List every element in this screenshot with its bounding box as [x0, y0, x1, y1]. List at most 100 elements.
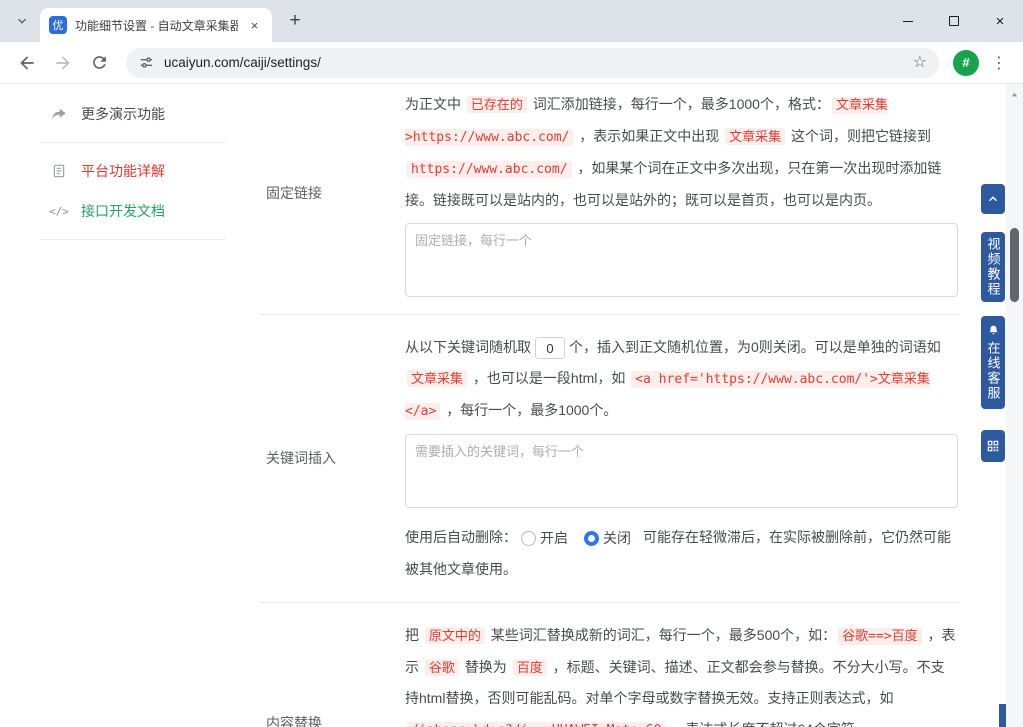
browser-menu-icon[interactable]: ⋮	[985, 46, 1013, 80]
radio-auto-delete-on[interactable]: 开启	[521, 523, 568, 554]
text-run: 把	[405, 626, 423, 643]
reload-button[interactable]	[82, 46, 116, 80]
browser-window: 优 功能细节设置 - 自动文章采集器 × + × ucaiyun.com/cai…	[0, 0, 1023, 727]
highlighted-term: 谷歌==>百度	[838, 627, 922, 645]
sidebar-item-label: 更多演示功能	[81, 106, 165, 122]
new-tab-button[interactable]: +	[281, 7, 309, 35]
window-controls: ×	[885, 0, 1023, 42]
section-content-replace: 内容替换 把 原文中的 某些词汇替换成新的词汇，每行一个，最多500个，如： 谷歌…	[260, 615, 958, 727]
radio-label: 开启	[540, 529, 568, 546]
tab-close-icon[interactable]: ×	[246, 17, 263, 34]
keyword-count-input[interactable]	[535, 337, 565, 360]
fixed-link-textarea[interactable]	[405, 223, 958, 297]
keyword-insert-label: 关键词插入	[266, 450, 336, 467]
tab-strip: 优 功能细节设置 - 自动文章采集器 × + ×	[0, 0, 1023, 42]
text-run: ，每行一个，最多1000个。	[442, 402, 618, 418]
auto-delete-row: 使用后自动删除： 开启 关闭 可能存在轻微滞后，在实际被删除前，它仍然可能被其他文章使…	[405, 522, 958, 585]
back-icon	[20, 55, 34, 70]
online-service-label: 在线客服	[985, 341, 1001, 401]
chevron-down-icon	[18, 18, 26, 24]
site-favicon: 优	[49, 16, 67, 34]
forward-icon	[56, 55, 70, 70]
maximize-button[interactable]	[931, 0, 977, 42]
radio-circle-icon	[584, 530, 599, 546]
section-keyword-insert: 关键词插入 从以下关键词随机取 个，插入到正文随机位置，为0则关闭。可以是单独的词…	[260, 327, 958, 590]
keyword-insert-desc: 从以下关键词随机取 个，插入到正文随机位置，为0则关闭。可以是单独的词语如 文章采…	[405, 332, 958, 427]
text-run: 个，插入到正文随机位置，为0则关闭。可以是单独的词语如	[569, 339, 941, 355]
desc-segments: 从以下关键词随机取	[405, 339, 531, 355]
radio-auto-delete-off[interactable]: 关闭	[584, 523, 631, 554]
address-bar[interactable]: ucaiyun.com/caiji/settings/ ☆	[126, 47, 939, 78]
text-run: ，表达式长度不超过64个字符。	[667, 721, 869, 727]
section-divider	[260, 314, 958, 315]
keyword-insert-content: 从以下关键词随机取 个，插入到正文随机位置，为0则关闭。可以是单独的词语如 文章采…	[405, 332, 958, 585]
text-run: 这个词，则把它链接到	[787, 128, 932, 144]
online-service-button[interactable]: 在线客服	[981, 316, 1005, 409]
sidebar-divider	[40, 239, 226, 240]
qr-code-button[interactable]	[981, 430, 1005, 462]
bell-icon	[989, 325, 997, 335]
sidebar-item-platform-docs[interactable]: 平台功能详解	[0, 151, 250, 191]
document-icon	[50, 163, 68, 179]
text-run: 某些词汇替换成新的词汇，每行一个，最多500个，如：	[486, 626, 837, 643]
scrollbar-thumb[interactable]	[1010, 228, 1019, 302]
highlighted-term: 原文中的	[424, 626, 485, 644]
content-replace-label: 内容替换	[266, 715, 322, 727]
video-tutorial-label: 视频教程	[985, 237, 1001, 297]
triangle-up-icon	[1011, 92, 1018, 97]
qr-code-icon	[987, 440, 999, 452]
video-tutorial-button[interactable]: 视频教程	[981, 232, 1005, 302]
highlighted-term: /iphone \d+s?/i==>HUAWEI Mate 60	[407, 721, 666, 727]
sidebar-item-more-demos[interactable]: 更多演示功能	[0, 94, 250, 134]
url-text[interactable]: ucaiyun.com/caiji/settings/	[164, 55, 904, 70]
maximize-icon	[949, 16, 959, 26]
window-close-button[interactable]: ×	[977, 0, 1023, 42]
scrollbar-up-arrow[interactable]	[1006, 86, 1023, 103]
radio-label: 关闭	[603, 529, 631, 546]
chevron-up-icon	[989, 196, 997, 202]
sidebar-item-api-docs[interactable]: </> 接口开发文档	[0, 191, 250, 231]
fixed-link-content: 为正文中 已存在的 词汇添加链接，每行一个，最多1000个，格式： 文章采集>ht…	[405, 89, 958, 297]
text-run: 从以下关键词随机取	[405, 339, 531, 355]
page-scrollbar[interactable]	[1006, 84, 1023, 727]
content-replace-content: 把 原文中的 某些词汇替换成新的词汇，每行一个，最多500个，如： 谷歌==>百度…	[405, 620, 958, 727]
section-divider	[260, 601, 958, 603]
keyword-insert-textarea[interactable]	[405, 434, 958, 508]
text-run: 替换为	[460, 658, 511, 675]
tab-title: 功能细节设置 - 自动文章采集器	[75, 18, 238, 33]
page-content: 更多演示功能 平台功能详解 </> 接口开发文档 固定链接 为正文中 已存在的	[0, 84, 1023, 727]
code-icon: </>	[49, 204, 69, 218]
auto-delete-label: 使用后自动删除：	[405, 529, 517, 545]
sidebar-item-label: 平台功能详解	[81, 163, 165, 179]
window-close-icon: ×	[995, 12, 1005, 30]
sidebar-divider	[40, 142, 226, 143]
section-fixed-link: 固定链接 为正文中 已存在的 词汇添加链接，每行一个，最多1000个，格式： 文章…	[260, 84, 958, 302]
minimize-button[interactable]	[885, 0, 931, 42]
text-run: 词汇添加链接，每行一个，最多1000个，格式：	[528, 96, 830, 112]
browser-toolbar: ucaiyun.com/caiji/settings/ ☆ # ⋮	[0, 42, 1023, 84]
highlighted-term: 已存在的	[466, 96, 527, 113]
forward-button[interactable]	[46, 46, 80, 80]
tab-search-chevron[interactable]	[8, 7, 36, 35]
highlighted-term: 文章采集	[407, 370, 468, 387]
settings-form: 固定链接 为正文中 已存在的 词汇添加链接，每行一个，最多1000个，格式： 文章…	[260, 84, 958, 727]
text-run: ，也可以是一段html，如	[469, 370, 630, 386]
highlighted-term: https://www.abc.com/	[407, 161, 572, 178]
share-arrow-icon	[50, 105, 68, 123]
bookmark-star-icon[interactable]: ☆	[913, 54, 927, 71]
scroll-to-top-button[interactable]	[981, 184, 1005, 214]
highlighted-term: 文章采集	[725, 128, 786, 145]
reload-icon	[92, 56, 106, 69]
sidebar-item-label: 接口开发文档	[81, 203, 165, 219]
fixed-link-desc: 为正文中 已存在的 词汇添加链接，每行一个，最多1000个，格式： 文章采集>ht…	[405, 89, 958, 216]
site-settings-icon[interactable]	[138, 54, 155, 71]
back-button[interactable]	[10, 46, 44, 80]
profile-avatar[interactable]: #	[953, 49, 979, 76]
sidebar: 更多演示功能 平台功能详解 </> 接口开发文档	[0, 84, 250, 727]
radio-circle-icon	[521, 530, 536, 546]
highlighted-term: 百度	[512, 658, 547, 676]
text-run: 为正文中	[405, 96, 465, 112]
fixed-link-label: 固定链接	[266, 185, 322, 201]
browser-tab[interactable]: 优 功能细节设置 - 自动文章采集器 ×	[40, 8, 272, 42]
content-replace-desc: 把 原文中的 某些词汇替换成新的词汇，每行一个，最多500个，如： 谷歌==>百度…	[405, 620, 958, 727]
